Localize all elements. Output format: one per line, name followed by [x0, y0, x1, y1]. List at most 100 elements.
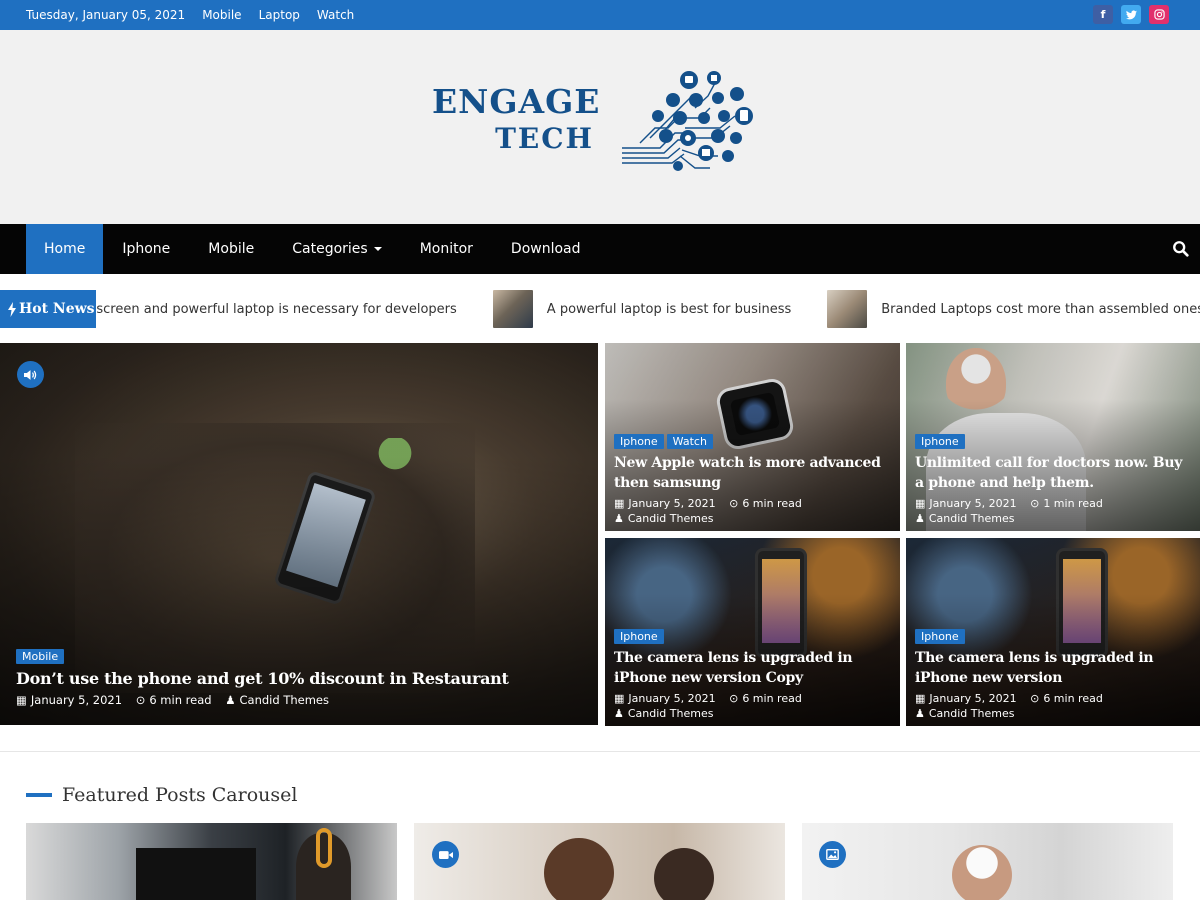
logo-line-1: ENGAGE [432, 82, 601, 121]
clock-icon: ⊙ [135, 693, 146, 707]
post-author[interactable]: Candid Themes [240, 693, 329, 707]
ticker-thumbnail [827, 290, 868, 328]
post-author[interactable]: Candid Themes [628, 512, 714, 525]
ticker-track: g screen and powerful laptop is necessar… [84, 290, 1200, 328]
caret-down-icon [373, 247, 382, 251]
user-icon: ♟ [915, 512, 925, 525]
top-link-mobile[interactable]: Mobile [202, 8, 241, 22]
ticker-item-text: A powerful laptop is best for business [546, 301, 792, 317]
carousel-card[interactable] [26, 823, 397, 900]
nav-item-iphone[interactable]: Iphone [103, 224, 189, 274]
ticker-thumbnail [492, 290, 533, 328]
main-navigation: Home Iphone Mobile Categories Monitor Do… [0, 224, 1200, 274]
post-content: Iphone The camera lens is upgraded in iP… [915, 625, 1190, 721]
main-featured-post[interactable]: Mobile Don’t use the phone and get 10% d… [0, 343, 598, 725]
clock-icon: ⊙ [729, 497, 739, 510]
post-content: Iphone The camera lens is upgraded in iP… [614, 625, 890, 721]
nav-items: Home Iphone Mobile Categories Monitor Do… [26, 224, 600, 274]
nav-item-categories-label: Categories [292, 241, 368, 257]
user-icon: ♟ [614, 707, 624, 720]
ticker-item[interactable]: g screen and powerful laptop is necessar… [84, 302, 493, 317]
hot-news-text: Hot News [19, 301, 95, 317]
post-content: Iphone Unlimited call for doctors now. B… [915, 430, 1190, 526]
featured-post-card[interactable]: Iphone The camera lens is upgraded in iP… [906, 538, 1200, 726]
site-header: ENGAGE TECH [0, 30, 1200, 224]
nav-item-categories[interactable]: Categories [273, 224, 400, 274]
post-meta: ▦ January 5, 2021 ⊙ 6 min read ♟ Candid The… [614, 691, 890, 721]
calendar-icon: ▦ [614, 692, 625, 705]
post-read-time: 6 min read [149, 693, 212, 707]
top-link-watch[interactable]: Watch [317, 8, 354, 22]
logo-line-2: TECH [495, 122, 594, 155]
facebook-icon[interactable]: f [1093, 5, 1113, 24]
user-icon: ♟ [225, 693, 236, 707]
site-logo-text[interactable]: ENGAGE TECH [432, 82, 601, 156]
post-date: January 5, 2021 [30, 693, 123, 707]
post-read-time: 6 min read [742, 692, 802, 705]
featured-post-card[interactable]: Iphone Unlimited call for doctors now. B… [906, 343, 1200, 531]
category-tag[interactable]: Watch [666, 434, 713, 449]
category-tag[interactable]: Iphone [614, 434, 664, 449]
twitter-icon[interactable] [1121, 5, 1141, 24]
featured-post-card[interactable]: Iphone Watch New Apple watch is more adva… [605, 343, 900, 531]
post-meta: ▦ January 5, 2021 ⊙ 6 min read ♟ Candid The… [16, 693, 588, 708]
carousel-card[interactable] [414, 823, 785, 900]
user-icon: ♟ [915, 707, 925, 720]
post-content: Iphone Watch New Apple watch is more adva… [614, 430, 890, 526]
post-read-time: 6 min read [742, 497, 802, 510]
post-title[interactable]: The camera lens is upgraded in iPhone ne… [915, 648, 1190, 688]
image-icon[interactable] [819, 841, 846, 868]
post-read-time: 1 min read [1043, 497, 1103, 510]
hot-news-label: Hot News [0, 290, 96, 328]
person-shape [654, 848, 714, 900]
featured-post-card[interactable]: Iphone The camera lens is upgraded in iP… [605, 538, 900, 726]
category-tag[interactable]: Mobile [16, 649, 65, 664]
featured-section-heading: Featured Posts Carousel [26, 780, 297, 810]
featured-section-title: Featured Posts Carousel [62, 784, 298, 806]
calendar-icon: ▦ [915, 497, 926, 510]
nav-item-mobile[interactable]: Mobile [189, 224, 273, 274]
instagram-icon[interactable] [1149, 5, 1169, 24]
logo-circuit-icon[interactable] [620, 68, 760, 178]
post-title[interactable]: New Apple watch is more advanced then sa… [614, 453, 890, 493]
social-links: f [1093, 5, 1169, 24]
post-author[interactable]: Candid Themes [929, 512, 1015, 525]
post-author[interactable]: Candid Themes [929, 707, 1015, 720]
post-date: January 5, 2021 [628, 692, 716, 705]
ticker-item[interactable]: Branded Laptops cost more than assembled… [827, 290, 1200, 328]
headphone-shape [316, 828, 332, 868]
post-date: January 5, 2021 [929, 692, 1017, 705]
section-divider [0, 751, 1200, 752]
ticker-item-text: Branded Laptops cost more than assembled… [881, 301, 1200, 317]
search-icon[interactable] [1172, 240, 1190, 258]
post-author[interactable]: Candid Themes [628, 707, 714, 720]
ticker-item[interactable]: A powerful laptop is best for business [492, 290, 827, 328]
post-meta: ▦ January 5, 2021 ⊙ 6 min read ♟ Candid The… [614, 496, 890, 526]
clock-icon: ⊙ [1030, 497, 1040, 510]
carousel-card[interactable] [802, 823, 1173, 900]
heading-accent-bar [26, 793, 52, 797]
category-tag[interactable]: Iphone [915, 434, 965, 449]
calendar-icon: ▦ [16, 693, 27, 707]
post-content: Mobile Don’t use the phone and get 10% d… [16, 645, 588, 708]
news-ticker: g screen and powerful laptop is necessar… [0, 290, 1200, 328]
current-date: Tuesday, January 05, 2021 [26, 8, 186, 22]
post-title[interactable]: Don’t use the phone and get 10% discount… [16, 668, 588, 690]
category-tag[interactable]: Iphone [915, 629, 965, 644]
clock-icon: ⊙ [729, 692, 739, 705]
nav-item-home[interactable]: Home [26, 224, 104, 274]
nav-item-monitor[interactable]: Monitor [401, 224, 492, 274]
person-shape [952, 845, 1012, 900]
top-link-laptop[interactable]: Laptop [259, 8, 300, 22]
post-title[interactable]: The camera lens is upgraded in iPhone ne… [614, 648, 890, 688]
person-shape [544, 838, 614, 900]
speaker-icon[interactable] [17, 361, 44, 388]
post-meta: ▦ January 5, 2021 ⊙ 6 min read ♟ Candid The… [915, 691, 1190, 721]
top-bar: Tuesday, January 05, 2021 Mobile Laptop … [0, 0, 1200, 30]
monitor-shape [136, 848, 256, 900]
video-icon[interactable] [432, 841, 459, 868]
category-tag[interactable]: Iphone [614, 629, 664, 644]
post-title[interactable]: Unlimited call for doctors now. Buy a ph… [915, 453, 1190, 493]
post-date: January 5, 2021 [929, 497, 1017, 510]
nav-item-download[interactable]: Download [492, 224, 600, 274]
